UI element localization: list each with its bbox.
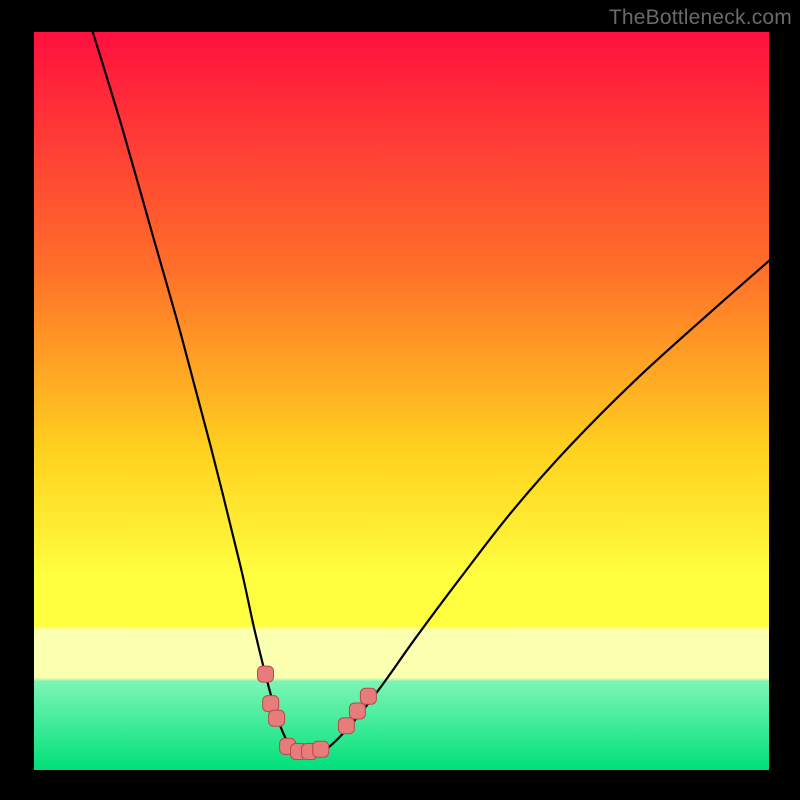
marker-left-cluster-2 [263,696,279,712]
marker-right-cluster-2 [349,703,365,719]
plot-area [34,32,769,770]
bottleneck-curve [34,32,769,770]
marker-floor-4 [313,741,329,757]
marker-right-cluster-1 [338,718,354,734]
marker-left-cluster-3 [269,710,285,726]
marker-right-cluster-3 [360,688,376,704]
marker-left-cluster-1 [258,666,274,682]
watermark-text: TheBottleneck.com [609,6,792,30]
chart-frame: TheBottleneck.com [0,0,800,800]
